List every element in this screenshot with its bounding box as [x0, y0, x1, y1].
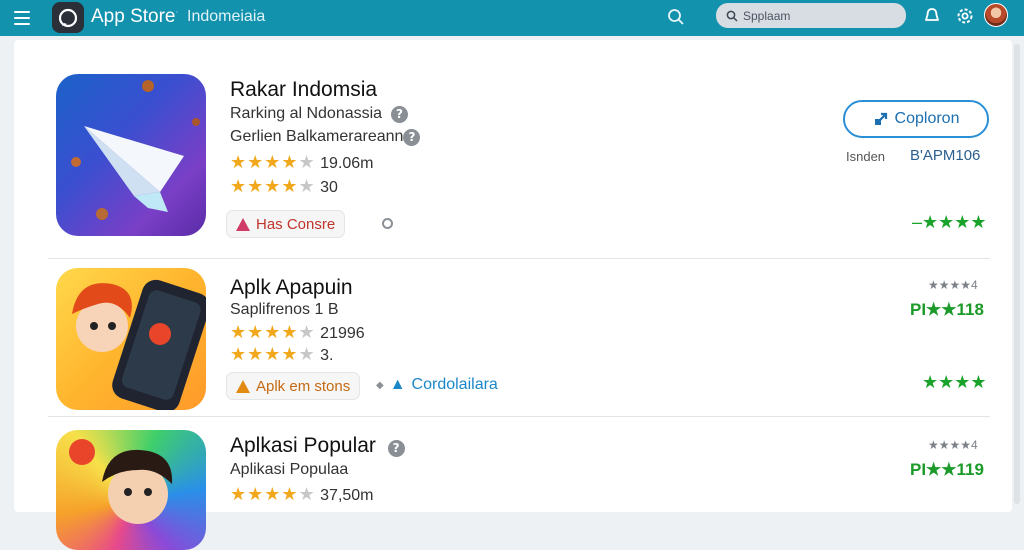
- install-button[interactable]: Coploron: [843, 100, 989, 138]
- developer-name: Gerlien Balkamerareann?: [230, 128, 421, 146]
- cartoon-phone-icon[interactable]: [56, 268, 206, 410]
- scrollbar[interactable]: [1014, 44, 1020, 504]
- search-field[interactable]: [716, 3, 906, 28]
- paper-plane-icon[interactable]: [56, 74, 206, 236]
- list-item[interactable]: Rakar Indomsia Rarking al Ndonassia ? Ge…: [48, 74, 990, 254]
- info-icon[interactable]: ?: [403, 129, 421, 146]
- rating-value: 3.: [320, 347, 334, 364]
- top-bar: App Store· Indomeiaia: [0, 0, 1024, 36]
- download-icon: [874, 112, 887, 125]
- avatar[interactable]: [984, 3, 1008, 27]
- star-rating: ★★★★★: [230, 484, 316, 504]
- star-rating: ★★★★★: [230, 322, 316, 342]
- meta-label: Isnden: [846, 149, 886, 164]
- app-subtitle: Aplikasi Populaa: [230, 461, 349, 478]
- rating-value: 37,50m: [320, 487, 374, 504]
- green-rating: –★★★★: [912, 212, 987, 232]
- app-name[interactable]: Aplk Apapuin: [230, 276, 353, 300]
- small-rating: ★★★★4: [928, 438, 978, 452]
- rating-row: ★★★★★ 21996: [230, 322, 365, 343]
- rating-value: 30: [320, 179, 338, 196]
- radio-icon[interactable]: [382, 218, 393, 229]
- rating-row: ★★★★★ 37,50m: [230, 484, 374, 505]
- search-icon: [726, 10, 738, 22]
- cartoon-girl-icon[interactable]: [56, 430, 206, 550]
- bullet-icon: ◆: [376, 379, 384, 391]
- price-label[interactable]: PI★★119: [910, 460, 984, 480]
- info-icon[interactable]: ?: [390, 106, 408, 123]
- app-subtitle: Saplifrenos 1 B: [230, 301, 339, 318]
- divider: [48, 258, 990, 259]
- small-rating: ★★★★4: [928, 278, 978, 292]
- search-input[interactable]: [743, 8, 893, 23]
- link-icon: ▲: [389, 376, 406, 393]
- warning-icon: [236, 217, 250, 231]
- rating-row: ★★★★★ 30: [230, 176, 338, 197]
- list-item[interactable]: Aplkasi Popular ? Aplikasi Populaa ★★★★★…: [48, 428, 990, 550]
- list-item[interactable]: Aplk Apapuin Saplifrenos 1 B ★★★★★ 21996…: [48, 266, 990, 414]
- developer-link[interactable]: ◆ ▲ Cordolailara: [376, 376, 498, 394]
- app-store-logo-icon: [52, 2, 84, 33]
- rating-row: ★★★★★ 3.: [230, 344, 333, 365]
- app-subtitle: Rarking al Ndonassia ?: [230, 105, 408, 123]
- rating-value: 19.06m: [320, 155, 374, 172]
- app-name[interactable]: Rakar Indomsia: [230, 78, 377, 102]
- bell-icon[interactable]: [921, 5, 943, 27]
- info-icon[interactable]: ?: [387, 440, 405, 457]
- rating-row: ★★★★★ 19.06m: [230, 152, 374, 173]
- region-label[interactable]: Indomeiaia: [187, 8, 265, 26]
- star-rating: ★★★★★: [230, 152, 316, 172]
- content-badge[interactable]: Aplk em stons: [226, 372, 361, 400]
- star-rating: ★★★★★: [230, 344, 316, 364]
- warning-icon: [236, 379, 250, 393]
- price-label[interactable]: PI★★118: [910, 300, 984, 320]
- search-icon[interactable]: [665, 6, 687, 28]
- content-badge[interactable]: Has Consre: [226, 210, 346, 238]
- rating-value: 21996: [320, 325, 365, 342]
- app-title: App Store·: [91, 6, 179, 27]
- menu-icon[interactable]: [14, 8, 34, 28]
- app-name[interactable]: Aplkasi Popular ?: [230, 434, 405, 458]
- star-rating: ★★★★★: [230, 176, 316, 196]
- meta-value: B'APM106: [910, 147, 981, 164]
- divider: [48, 416, 990, 417]
- green-rating: ★★★★: [922, 372, 987, 392]
- gear-icon[interactable]: [954, 5, 976, 27]
